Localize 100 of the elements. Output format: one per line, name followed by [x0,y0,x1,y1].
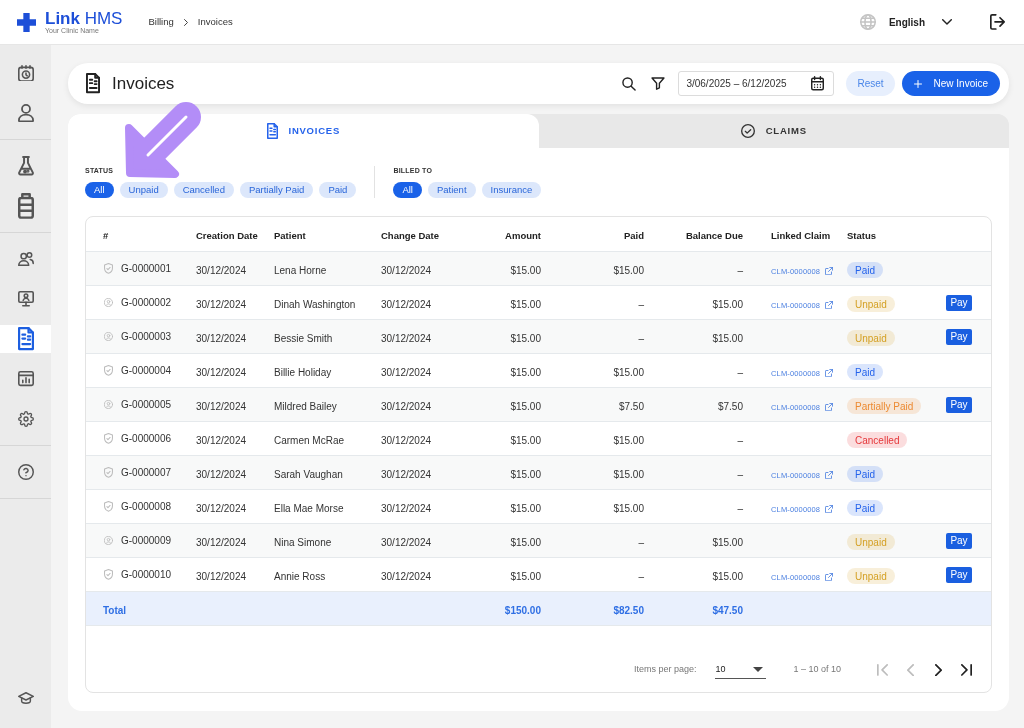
table-cell: 30/12/2024 [381,298,432,310]
date-range-field[interactable]: 3/06/2025 – 6/12/2025 [678,71,835,96]
filter-chip[interactable]: All [85,182,114,198]
person-circle-icon [104,298,113,307]
new-invoice-button[interactable]: New Invoice [901,71,1000,96]
table-cell: 30/12/2024 [381,400,432,412]
person-circle-icon [104,332,113,341]
sidebar-item[interactable] [0,325,51,353]
table-cell: $15.00 [712,298,743,310]
plus-icon [913,79,922,88]
reset-button[interactable]: Reset [846,71,895,96]
globe-icon [859,14,876,30]
shield-check-icon [104,568,113,581]
language-dropdown[interactable]: English [888,14,952,30]
external-link-icon [825,471,834,480]
table-cell: $15.00 [613,366,644,378]
external-link-icon [825,267,834,276]
table-cell: 30/12/2024 [196,536,247,548]
table-cell: $15.00 [510,264,541,276]
status-badge: Partially Paid [847,398,922,414]
table-cell-text: G-0000002 [121,296,172,310]
status-badge: Unpaid [847,568,895,584]
last-page-icon[interactable] [961,664,972,676]
external-link-icon [825,505,834,514]
pay-button[interactable]: Pay [946,328,972,345]
table-cell-text: G-0000010 [121,568,172,582]
filter-chip[interactable]: Patient [427,182,476,198]
table-cell: 30/12/2024 [196,366,247,378]
shield-check-icon [104,432,113,445]
logout-icon[interactable] [990,14,1005,30]
document-icon [86,73,100,94]
table-cell: Annie Ross [274,570,326,582]
table-cell: $15.00 [510,400,541,412]
table-cell: $15.00 [712,332,743,344]
page-size-select[interactable]: 10 [715,661,767,679]
filter-chip[interactable]: Unpaid [119,182,168,198]
table-cell: 30/12/2024 [381,536,432,548]
table-cell: – [737,366,743,378]
total-label: Total [103,604,127,616]
table-cell-text: G-0000007 [121,466,172,480]
table-cell: – [638,298,644,310]
status-badge: Paid [847,466,883,482]
column-header: Status [847,230,877,241]
table-cell: $15.00 [712,536,743,548]
table-cell: 30/12/2024 [196,298,247,310]
filter-chip[interactable]: Cancelled [173,182,234,198]
external-link-icon [825,573,834,582]
table-cell: 30/12/2024 [196,570,247,582]
pay-button[interactable]: Pay [946,532,972,549]
table-cell: Bessie Smith [274,332,333,344]
table-cell: – [737,264,743,276]
table-cell: 30/12/2024 [196,434,247,446]
table-cell: $15.00 [613,264,644,276]
pay-button[interactable]: Pay [946,294,972,311]
table-cell: – [737,502,743,514]
next-page-icon[interactable] [935,663,942,677]
filter-chip[interactable]: Insurance [481,182,542,198]
page-title: Invoices [112,72,175,95]
table-cell: $15.00 [613,468,644,480]
table-cell: $15.00 [510,502,541,514]
table-cell: Sarah Vaughan [274,468,343,480]
column-header: Creation Date [196,230,258,241]
table-cell: Carmen McRae [274,434,345,446]
table-cell: $15.00 [510,468,541,480]
filter-icon[interactable] [651,76,666,91]
table-cell: $15.00 [510,536,541,548]
filter-chip[interactable]: Paid [319,182,357,198]
filter-chip[interactable]: Partially Paid [239,182,314,198]
flask-icon [17,156,34,176]
table-cell: 30/12/2024 [196,400,247,412]
pay-button[interactable]: Pay [946,566,972,583]
graduation-cap-icon [17,692,34,704]
column-header: Linked Claim [771,230,831,241]
people-icon [17,251,34,267]
column-header: Balance Due [685,230,743,241]
filter-chip[interactable]: All [393,182,422,198]
help-icon [17,464,34,480]
monitor-person-icon [17,291,34,307]
pay-button[interactable]: Pay [946,396,972,413]
breadcrumb-item[interactable]: Billing [148,14,174,30]
search-icon[interactable] [622,76,637,91]
person-icon [17,103,34,123]
table-cell-text: G-0000009 [121,534,172,548]
external-link-icon [825,403,834,412]
external-link-icon [825,301,834,310]
table-cell: $47.50 [712,604,743,616]
chart-report-icon [17,371,34,387]
bottle-icon [17,193,34,219]
brand-name: Link HMS [45,9,123,27]
table-cell-text: G-0000004 [121,364,172,378]
table-cell: 30/12/2024 [381,502,432,514]
table-cell: $7.50 [717,400,743,412]
table-cell: 30/12/2024 [196,264,247,276]
check-circle-icon [740,124,755,138]
items-per-page-label: Items per page: [633,663,697,677]
table-cell: 30/12/2024 [381,264,432,276]
table-cell-text: G-0000006 [121,432,172,446]
person-circle-icon [104,400,113,409]
table-cell-text: G-0000003 [121,330,172,344]
document-icon [266,123,278,139]
